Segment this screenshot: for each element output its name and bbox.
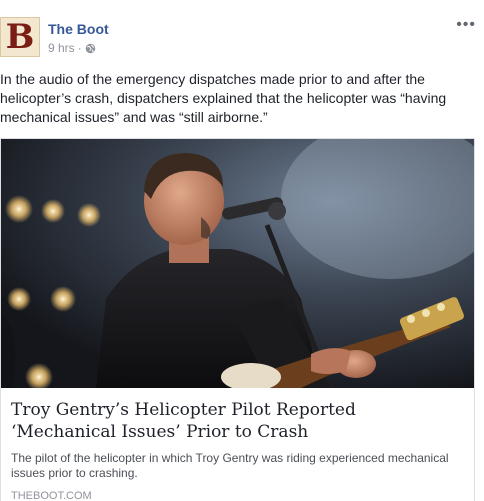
post-meta: 9 hrs · [48,41,96,55]
meta-separator: · [77,41,82,55]
globe-icon [85,43,95,53]
link-preview-text[interactable]: Troy Gentry’s Helicopter Pilot Reported … [1,388,474,501]
more-options-button[interactable]: ••• [456,16,476,34]
link-preview-card[interactable]: Troy Gentry’s Helicopter Pilot Reported … [0,138,475,501]
post-header: B The Boot 9 hrs · ••• [0,14,484,60]
page-avatar[interactable]: B [0,17,40,57]
link-domain: THEBOOT.COM [11,490,92,501]
page-name-link[interactable]: The Boot [48,21,109,37]
timestamp-link[interactable]: 9 hrs [48,41,75,55]
link-title[interactable]: Troy Gentry’s Helicopter Pilot Reported … [11,399,465,443]
link-description: The pilot of the helicopter in which Tro… [11,451,449,480]
post-text: In the audio of the emergency dispatches… [0,71,447,125]
feed-post: B The Boot 9 hrs · ••• In the audio of t… [0,0,484,501]
link-preview-image[interactable] [1,139,474,388]
avatar-letter: B [5,17,35,57]
